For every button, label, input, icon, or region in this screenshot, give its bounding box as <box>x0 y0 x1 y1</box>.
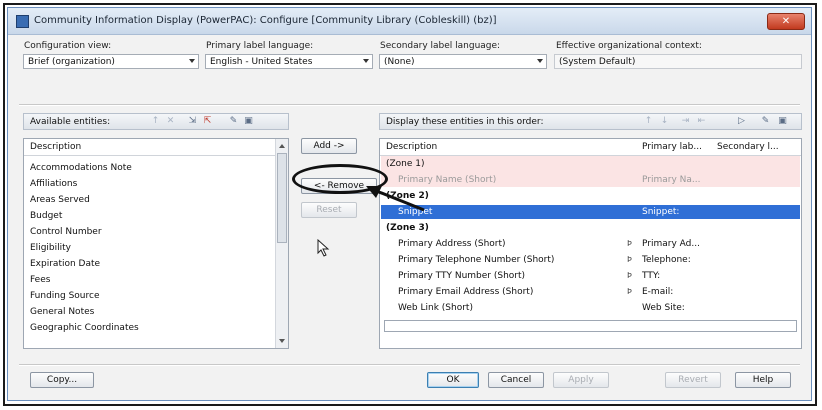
preview-icon[interactable]: ▷ <box>736 116 747 127</box>
available-entities-title: Available entities: <box>30 117 111 127</box>
scroll-down-icon[interactable] <box>279 339 285 343</box>
add-button[interactable]: Add -> <box>301 138 357 154</box>
display-order-title: Display these entities in this order: <box>386 117 544 127</box>
list-item[interactable]: Budget <box>30 211 62 221</box>
delete-icon[interactable]: ✕ <box>165 116 176 127</box>
list-item[interactable]: Geographic Coordinates <box>30 323 139 333</box>
list-item[interactable]: Funding Source <box>30 291 100 301</box>
title-bar: Community Information Display (PowerPAC)… <box>8 8 811 35</box>
configuration-view-label: Configuration view: <box>24 41 112 51</box>
entity-edit-field[interactable] <box>384 320 797 332</box>
list-item[interactable]: Accommodations Note <box>30 163 132 173</box>
primary-language-dropdown[interactable]: English - United States <box>205 54 373 69</box>
annotation-arrow-icon <box>366 186 425 212</box>
list-item[interactable]: Control Number <box>30 227 102 237</box>
primary-language-value: English - United States <box>210 57 313 67</box>
zone-3-header[interactable]: (Zone 3) <box>386 223 429 233</box>
override-flag-icon: Þ <box>627 239 632 248</box>
ok-button[interactable]: OK <box>427 372 479 388</box>
context-value: (System Default) <box>559 57 636 67</box>
chevron-down-icon <box>363 59 369 63</box>
scroll-up-icon[interactable] <box>279 144 285 148</box>
available-entities-header: Available entities: ↑ ✕ ⇲ ⇱ ✎ ▣ <box>23 113 289 130</box>
copy-button[interactable]: Copy... <box>30 372 94 388</box>
merge-zone-icon[interactable]: ⇥ <box>680 116 691 127</box>
configuration-view-dropdown[interactable]: Brief (organization) <box>23 54 199 69</box>
separator <box>19 364 800 366</box>
display-order-header: Display these entities in this order: ↑ … <box>379 113 802 130</box>
list-item[interactable]: Affiliations <box>30 179 77 189</box>
close-button[interactable]: ✕ <box>767 13 805 30</box>
context-field: (System Default) <box>554 54 802 69</box>
secondary-label-column[interactable]: Secondary l... <box>717 142 779 152</box>
primary-label-cell: Web Site: <box>642 303 685 313</box>
list-item[interactable]: Eligibility <box>30 243 71 253</box>
split-zone-icon[interactable]: ⇤ <box>696 116 707 127</box>
separator <box>19 104 800 106</box>
available-column-header: Description <box>24 139 288 156</box>
selected-row[interactable]: Snippet Snippet: <box>381 205 800 219</box>
move-down-icon[interactable]: ↓ <box>659 116 670 127</box>
list-item[interactable]: Expiration Date <box>30 259 100 269</box>
override-flag-icon: Þ <box>627 271 632 280</box>
chevron-down-icon <box>537 59 543 63</box>
secondary-language-label: Secondary label language: <box>380 41 501 51</box>
reset-button[interactable]: Reset <box>301 202 357 218</box>
properties-icon[interactable]: ▣ <box>243 116 254 127</box>
window-title: Community Information Display (PowerPAC)… <box>34 15 497 26</box>
primary-label-cell: Primary Na... <box>642 175 701 185</box>
override-flag-icon: Þ <box>627 287 632 296</box>
chevron-down-icon <box>189 59 195 63</box>
list-item[interactable]: General Notes <box>30 307 94 317</box>
edit-icon[interactable]: ✎ <box>760 116 771 127</box>
secondary-language-value: (None) <box>384 57 415 67</box>
cancel-button[interactable]: Cancel <box>488 372 544 388</box>
primary-label-cell: Primary Ad... <box>642 239 700 249</box>
entity-row-label[interactable]: Primary Email Address (Short) <box>398 287 533 297</box>
app-icon <box>16 15 29 28</box>
entity-row-label[interactable]: Primary Address (Short) <box>398 239 506 249</box>
list-item[interactable]: Fees <box>30 275 50 285</box>
sort-up-icon[interactable]: ↑ <box>150 116 161 127</box>
primary-label-cell: Telephone: <box>642 255 691 265</box>
primary-label-cell: TTY: <box>642 271 661 281</box>
secondary-language-dropdown[interactable]: (None) <box>379 54 547 69</box>
display-order-list[interactable]: Description Primary lab... Secondary l..… <box>379 138 802 349</box>
display-column-header: Description Primary lab... Secondary l..… <box>380 139 801 156</box>
configuration-view-value: Brief (organization) <box>28 57 115 67</box>
primary-label-column[interactable]: Primary lab... <box>642 142 702 152</box>
zone-highlight <box>381 156 800 172</box>
apply-button[interactable]: Apply <box>553 372 609 388</box>
entity-row-label[interactable]: Primary Telephone Number (Short) <box>398 255 554 265</box>
zone-1-header[interactable]: (Zone 1) <box>386 159 425 169</box>
primary-label-cell: E-mail: <box>642 287 674 297</box>
available-scrollbar[interactable] <box>275 139 288 348</box>
scroll-thumb[interactable] <box>277 153 287 243</box>
edit-icon[interactable]: ✎ <box>228 116 239 127</box>
list-item[interactable]: Areas Served <box>30 195 90 205</box>
help-button[interactable]: Help <box>735 372 791 388</box>
available-entities-list[interactable]: Description Accommodations Note Affiliat… <box>23 138 289 349</box>
move-in-icon[interactable]: ⇲ <box>187 116 198 127</box>
revert-button[interactable]: Revert <box>665 372 721 388</box>
description-column[interactable]: Description <box>386 142 437 152</box>
override-flag-icon: Þ <box>627 255 632 264</box>
move-up-icon[interactable]: ↑ <box>643 116 654 127</box>
available-description-column[interactable]: Description <box>30 142 81 152</box>
context-label: Effective organizational context: <box>556 41 702 51</box>
primary-label-cell: Snippet: <box>642 207 680 217</box>
entity-row-label[interactable]: Web Link (Short) <box>398 303 473 313</box>
move-out-icon[interactable]: ⇱ <box>202 116 213 127</box>
entity-row-label[interactable]: Primary TTY Number (Short) <box>398 271 525 281</box>
properties-icon[interactable]: ▣ <box>777 116 788 127</box>
primary-language-label: Primary label language: <box>206 41 314 51</box>
mouse-cursor-icon <box>317 239 330 257</box>
